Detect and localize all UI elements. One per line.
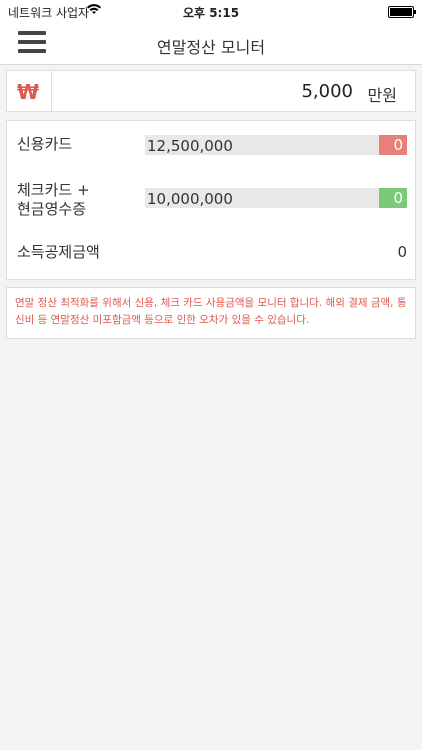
usage-summary-card: 신용카드 12,500,000 0 체크카드 + 현금영수증 10,000,00… bbox=[6, 120, 416, 280]
battery-icon bbox=[388, 6, 416, 18]
notice-card: 연말 정산 최적화를 위해서 신용, 체크 카드 사용금액을 모니터 합니다. … bbox=[6, 287, 416, 339]
check-card-badge: 0 bbox=[379, 188, 407, 208]
deduction-label: 소득공제금액 bbox=[17, 243, 100, 261]
amount-value[interactable]: 5,000 bbox=[301, 81, 353, 102]
status-bar: 네트워크 사업자 오후 5:15 bbox=[0, 0, 422, 22]
credit-card-badge: 0 bbox=[379, 135, 407, 155]
check-card-label-line2: 현금영수증 bbox=[17, 200, 87, 218]
deduction-value: 0 bbox=[397, 243, 407, 261]
amount-input-card[interactable]: ₩ 5,000 만원 bbox=[6, 70, 416, 112]
credit-card-amount: 12,500,000 bbox=[147, 137, 233, 155]
check-card-amount: 10,000,000 bbox=[147, 190, 233, 208]
credit-card-label: 신용카드 bbox=[17, 135, 73, 153]
check-card-bar: 10,000,000 0 bbox=[145, 188, 407, 208]
credit-card-bar: 12,500,000 0 bbox=[145, 135, 407, 155]
currency-badge: ₩ bbox=[7, 71, 52, 111]
check-card-label-line1: 체크카드 + bbox=[17, 181, 90, 199]
notice-text: 연말 정산 최적화를 위해서 신용, 체크 카드 사용금액을 모니터 합니다. … bbox=[15, 297, 407, 326]
page-title: 연말정산 모니터 bbox=[156, 38, 266, 57]
nav-bar: 연말정산 모니터 bbox=[0, 22, 422, 65]
won-icon: ₩ bbox=[17, 80, 40, 104]
status-time: 오후 5:15 bbox=[182, 6, 240, 20]
check-card-label: 체크카드 + 현금영수증 bbox=[17, 181, 90, 219]
amount-unit: 만원 bbox=[367, 86, 397, 105]
